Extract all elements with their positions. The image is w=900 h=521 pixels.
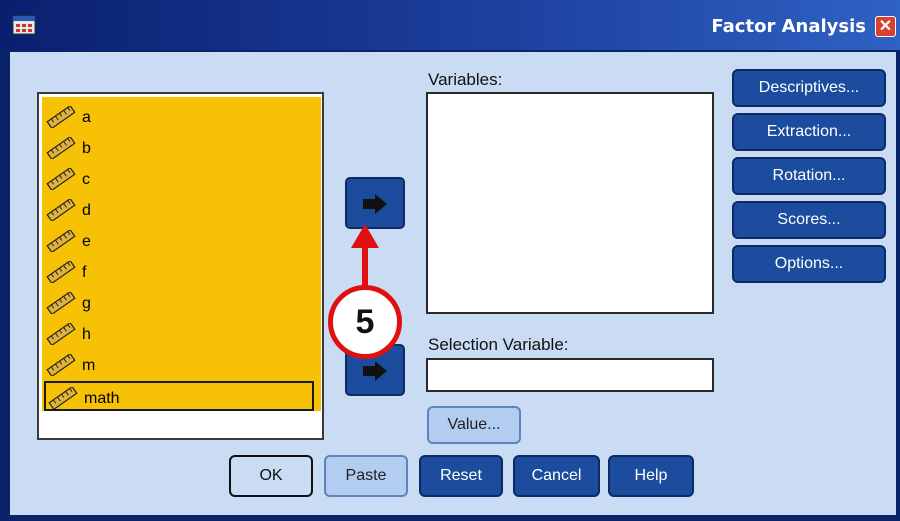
title-bar[interactable]: Factor Analysis ✕ — [0, 0, 900, 50]
window-title: Factor Analysis — [711, 16, 866, 37]
dialog-body: a b c d e f g h m math Variables: Selection Varia… — [10, 52, 896, 515]
step-callout: 5 — [328, 285, 402, 359]
annotation-arrow — [351, 224, 379, 288]
factor-analysis-dialog: Factor Analysis ✕ a b c d e f g h m math Variable… — [0, 0, 900, 521]
spss-app-icon — [12, 15, 36, 35]
close-icon[interactable]: ✕ — [875, 16, 896, 37]
